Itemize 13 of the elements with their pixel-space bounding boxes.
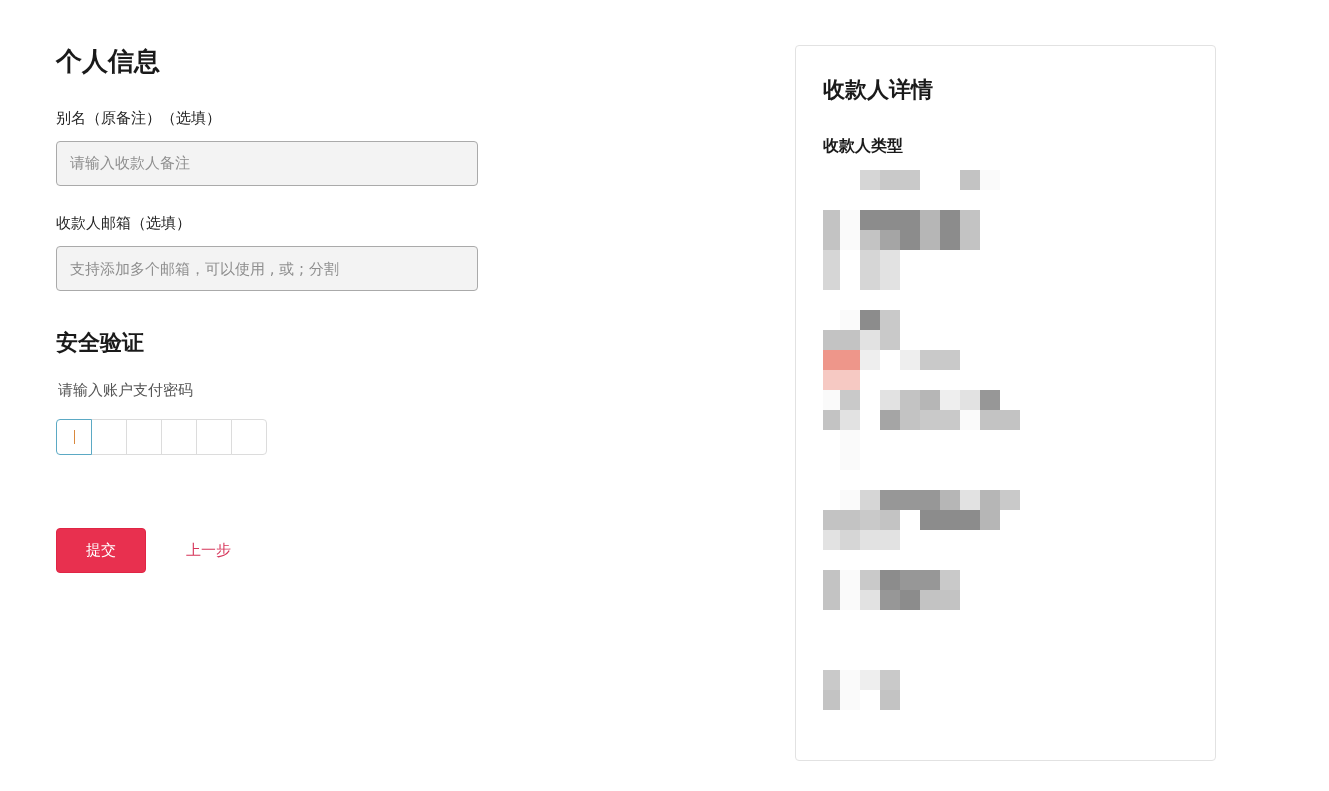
submit-button[interactable]: 提交 [56, 527, 146, 573]
text-cursor-icon [73, 429, 75, 444]
back-link[interactable]: 上一步 [186, 539, 231, 561]
text-input-field[interactable]: 支持添加多个邮箱，可以使用 , 或 ; 分割 [56, 246, 478, 291]
panel-title: 收款人详情 [823, 76, 933, 103]
field-label: 收款人邮箱（选填） [56, 213, 191, 234]
text-input-field[interactable]: 请输入收款人备注 [56, 140, 478, 186]
section-heading: 收款人类型 [823, 136, 903, 155]
section-title: 个人信息 [56, 46, 160, 77]
instruction-text: 请输入账户支付密码 [58, 380, 193, 401]
pin-digit-field[interactable] [56, 418, 92, 455]
section-title: 安全验证 [56, 329, 144, 356]
field-label: 别名（原备注）（选填） [56, 108, 221, 129]
